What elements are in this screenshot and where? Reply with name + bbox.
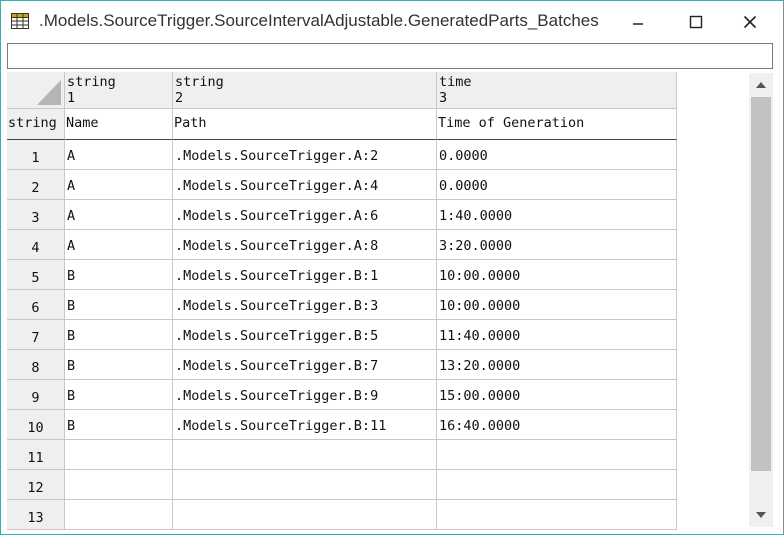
table-cell[interactable]: 0.0000 bbox=[437, 140, 677, 170]
row-header[interactable]: 9 bbox=[7, 380, 65, 410]
column-name-2[interactable]: Path bbox=[173, 109, 437, 140]
table-cell[interactable]: 0.0000 bbox=[437, 170, 677, 200]
table-cell[interactable] bbox=[173, 470, 437, 500]
table-cell[interactable]: 11:40.0000 bbox=[437, 320, 677, 350]
title-bar[interactable]: .Models.SourceTrigger.SourceIntervalAdju… bbox=[1, 1, 783, 43]
row-header[interactable]: 13 bbox=[7, 500, 65, 530]
table-window: .Models.SourceTrigger.SourceIntervalAdju… bbox=[0, 0, 784, 535]
column-index: 1 bbox=[67, 90, 76, 106]
row-header[interactable]: 8 bbox=[7, 350, 65, 380]
table-cell[interactable]: .Models.SourceTrigger.B:7 bbox=[173, 350, 437, 380]
table-cell[interactable] bbox=[437, 470, 677, 500]
table-cell[interactable]: 16:40.0000 bbox=[437, 410, 677, 440]
table-cell[interactable]: B bbox=[65, 320, 173, 350]
close-icon bbox=[743, 15, 757, 29]
table-cell[interactable]: .Models.SourceTrigger.A:8 bbox=[173, 230, 437, 260]
table-cell[interactable]: .Models.SourceTrigger.B:1 bbox=[173, 260, 437, 290]
table-cell[interactable]: B bbox=[65, 380, 173, 410]
table-cell[interactable] bbox=[173, 440, 437, 470]
row-header[interactable]: 11 bbox=[7, 440, 65, 470]
table-cell[interactable]: .Models.SourceTrigger.B:11 bbox=[173, 410, 437, 440]
table-cell[interactable]: 13:20.0000 bbox=[437, 350, 677, 380]
row-header[interactable]: 1 bbox=[7, 140, 65, 170]
table-cell[interactable]: .Models.SourceTrigger.A:4 bbox=[173, 170, 437, 200]
table-cell[interactable] bbox=[65, 500, 173, 530]
row-header-type: string bbox=[7, 109, 65, 140]
table-cell[interactable]: 15:00.0000 bbox=[437, 380, 677, 410]
table-cell[interactable] bbox=[65, 470, 173, 500]
row-header[interactable]: 3 bbox=[7, 200, 65, 230]
scroll-down-button[interactable] bbox=[749, 503, 773, 527]
table-cell[interactable]: B bbox=[65, 260, 173, 290]
row-header[interactable]: 12 bbox=[7, 470, 65, 500]
table-cell[interactable]: A bbox=[65, 140, 173, 170]
table-cell[interactable]: B bbox=[65, 410, 173, 440]
column-header-1[interactable]: string 1 bbox=[65, 72, 173, 109]
minimize-button[interactable] bbox=[615, 7, 661, 37]
table-cell[interactable]: 1:40.0000 bbox=[437, 200, 677, 230]
table-cell[interactable]: .Models.SourceTrigger.B:3 bbox=[173, 290, 437, 320]
scroll-up-button[interactable] bbox=[749, 73, 773, 97]
table-cell[interactable]: A bbox=[65, 170, 173, 200]
table-cell[interactable]: .Models.SourceTrigger.B:5 bbox=[173, 320, 437, 350]
column-name-1[interactable]: Name bbox=[65, 109, 173, 140]
select-all-corner[interactable] bbox=[7, 72, 65, 109]
table-icon bbox=[11, 13, 29, 29]
table-cell[interactable] bbox=[437, 500, 677, 530]
table-cell[interactable]: .Models.SourceTrigger.A:6 bbox=[173, 200, 437, 230]
minimize-icon bbox=[633, 23, 643, 25]
table-cell[interactable]: 10:00.0000 bbox=[437, 260, 677, 290]
column-type: time bbox=[439, 74, 472, 90]
column-name-3[interactable]: Time of Generation bbox=[437, 109, 677, 140]
row-header[interactable]: 2 bbox=[7, 170, 65, 200]
table-cell[interactable]: 3:20.0000 bbox=[437, 230, 677, 260]
row-header[interactable]: 7 bbox=[7, 320, 65, 350]
table-cell[interactable]: .Models.SourceTrigger.B:9 bbox=[173, 380, 437, 410]
column-header-2[interactable]: string 2 bbox=[173, 72, 437, 109]
row-header[interactable]: 6 bbox=[7, 290, 65, 320]
maximize-icon bbox=[689, 15, 703, 29]
table-cell[interactable]: B bbox=[65, 350, 173, 380]
row-header[interactable]: 5 bbox=[7, 260, 65, 290]
select-all-triangle-icon bbox=[37, 80, 61, 105]
table-cell[interactable]: .Models.SourceTrigger.A:2 bbox=[173, 140, 437, 170]
vertical-scrollbar[interactable] bbox=[749, 73, 773, 527]
close-button[interactable] bbox=[727, 7, 773, 37]
column-type: string bbox=[67, 74, 116, 90]
column-index: 2 bbox=[175, 90, 184, 106]
formula-input[interactable] bbox=[7, 43, 773, 69]
table-cell[interactable] bbox=[437, 440, 677, 470]
scroll-down-arrow-icon bbox=[756, 512, 766, 518]
scroll-thumb[interactable] bbox=[751, 97, 771, 471]
column-header-3[interactable]: time 3 bbox=[437, 72, 677, 109]
column-type: string bbox=[175, 74, 224, 90]
table-cell[interactable] bbox=[173, 500, 437, 530]
table-cell[interactable] bbox=[65, 440, 173, 470]
row-header[interactable]: 4 bbox=[7, 230, 65, 260]
table-cell[interactable]: A bbox=[65, 230, 173, 260]
window-title: .Models.SourceTrigger.SourceIntervalAdju… bbox=[39, 11, 599, 30]
maximize-button[interactable] bbox=[673, 7, 719, 37]
table-cell[interactable]: B bbox=[65, 290, 173, 320]
table-cell[interactable]: 10:00.0000 bbox=[437, 290, 677, 320]
table-cell[interactable]: A bbox=[65, 200, 173, 230]
row-header[interactable]: 10 bbox=[7, 410, 65, 440]
scroll-up-arrow-icon bbox=[756, 82, 766, 88]
column-index: 3 bbox=[439, 90, 448, 106]
